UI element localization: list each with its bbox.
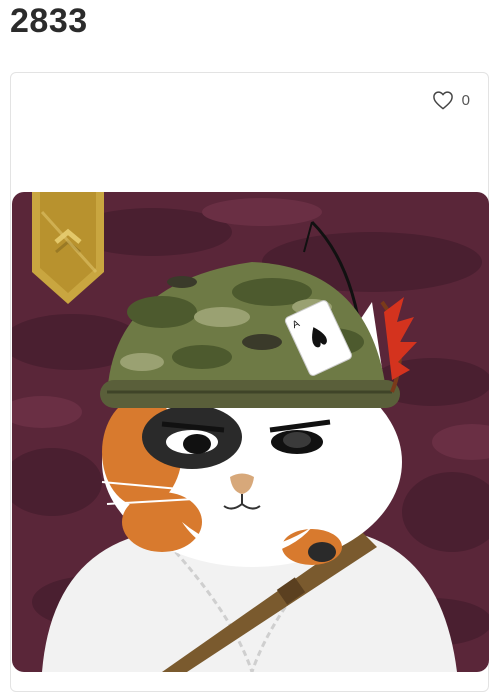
nft-card: 0 A	[10, 72, 489, 692]
like-button[interactable]: 0	[432, 90, 470, 110]
like-count: 0	[461, 91, 470, 109]
heart-icon[interactable]	[432, 90, 454, 110]
nft-artwork[interactable]: A	[12, 192, 489, 672]
page-title: 2833	[10, 2, 88, 40]
